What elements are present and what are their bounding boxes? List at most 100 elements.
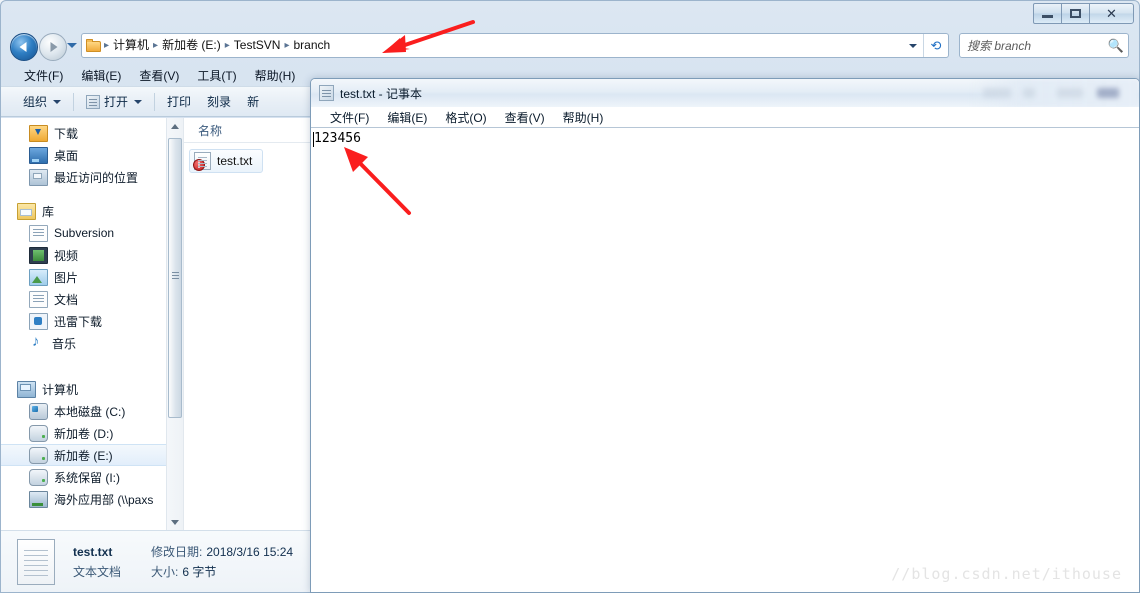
refresh-button[interactable]: ⟲ — [923, 34, 948, 57]
notepad-menu-format[interactable]: 格式(O) — [436, 108, 495, 127]
close-icon[interactable] — [1097, 88, 1119, 98]
forward-button[interactable] — [39, 33, 67, 61]
desktop-icon — [29, 146, 48, 164]
search-box[interactable]: 搜索 branch 🔍 — [959, 33, 1129, 58]
menu-edit[interactable]: 编辑(E) — [72, 65, 130, 86]
text-cursor — [313, 132, 314, 147]
explorer-titlebar[interactable]: ✕ — [1, 1, 1139, 28]
sidebar-item-label: 海外应用部 (\\paxs — [54, 492, 154, 507]
sidebar-item-local-disk-c[interactable]: 本地磁盘 (C:) — [1, 400, 183, 422]
minimize-button[interactable] — [1033, 3, 1062, 24]
new-folder-button[interactable]: 新 — [239, 90, 267, 113]
breadcrumb-separator[interactable]: ▸ — [283, 34, 290, 57]
print-button[interactable]: 打印 — [159, 90, 199, 113]
recent-places-icon — [29, 168, 48, 186]
maximize-button[interactable] — [1061, 3, 1090, 24]
sidebar-item-drive-i[interactable]: 系统保留 (I:) — [1, 466, 183, 488]
scroll-down-button[interactable] — [167, 514, 183, 530]
sidebar-item-recent-places[interactable]: 最近访问的位置 — [1, 166, 183, 188]
sidebar-item-label: 图片 — [54, 270, 79, 285]
organize-button[interactable]: 组织 — [15, 90, 69, 113]
menu-help[interactable]: 帮助(H) — [246, 65, 305, 86]
sidebar-item-pictures[interactable]: 图片 — [1, 266, 183, 288]
navigation-tree: 下载 桌面 最近访问的位置 库 Subversion 视频 图片 文档 迅雷下载… — [1, 118, 183, 510]
breadcrumb-separator[interactable]: ▸ — [103, 34, 110, 57]
sidebar-item-documents[interactable]: 文档 — [1, 288, 183, 310]
menu-view[interactable]: 查看(V) — [130, 65, 188, 86]
notepad-menu-file[interactable]: 文件(F) — [321, 108, 378, 127]
drive-icon — [29, 424, 48, 442]
chevron-down-icon — [171, 519, 179, 525]
library-icon — [17, 202, 36, 220]
text-file-large-icon — [17, 538, 55, 585]
picture-icon — [29, 268, 48, 286]
drive-icon — [29, 468, 48, 486]
notepad-menu-edit[interactable]: 编辑(E) — [378, 108, 436, 127]
scroll-up-button[interactable] — [167, 118, 183, 134]
minimize-icon[interactable] — [983, 88, 1011, 98]
breadcrumb-item-computer[interactable]: 计算机 — [110, 34, 152, 57]
maximize-icon — [1070, 9, 1081, 18]
scrollbar-grip-icon — [172, 275, 179, 276]
maximize-icon[interactable] — [1023, 88, 1035, 98]
back-button[interactable] — [10, 33, 38, 61]
menu-tools[interactable]: 工具(T) — [188, 65, 245, 86]
system-drive-icon — [29, 402, 48, 420]
sidebar-item-downloads[interactable]: 下载 — [1, 122, 183, 144]
notepad-menubar: 文件(F) 编辑(E) 格式(O) 查看(V) 帮助(H) — [311, 107, 1139, 128]
chevron-down-icon — [53, 99, 62, 104]
menu-file[interactable]: 文件(F) — [15, 65, 72, 86]
details-file-type: 文本文档 — [73, 564, 122, 579]
sidebar-item-drive-d[interactable]: 新加卷 (D:) — [1, 422, 183, 444]
thunder-download-icon — [29, 312, 48, 330]
scrollbar-thumb[interactable] — [168, 138, 182, 418]
toolbar-separator — [154, 92, 156, 111]
restore-icon[interactable] — [1057, 88, 1083, 98]
breadcrumb-item-branch[interactable]: branch — [291, 34, 334, 57]
sidebar-item-thunder-download[interactable]: 迅雷下载 — [1, 310, 183, 332]
address-bar[interactable]: ▸ 计算机 ▸ 新加卷 (E:) ▸ TestSVN ▸ branch ⟲ — [81, 33, 949, 58]
open-button[interactable]: 打开 — [78, 90, 150, 113]
breadcrumb-item-testsvn[interactable]: TestSVN — [231, 34, 284, 57]
close-button[interactable]: ✕ — [1089, 3, 1134, 24]
address-history-dropdown[interactable] — [903, 34, 923, 57]
sidebar-item-network-drive[interactable]: 海外应用部 (\\paxs — [1, 488, 183, 510]
notepad-menu-view[interactable]: 查看(V) — [496, 108, 554, 127]
search-input[interactable]: 搜索 branch — [960, 37, 1104, 54]
notepad-menu-help[interactable]: 帮助(H) — [554, 108, 613, 127]
notepad-window: test.txt - 记事本 文件(F) 编辑(E) 格式(O) 查看(V) 帮… — [310, 78, 1140, 593]
sidebar-item-desktop[interactable]: 桌面 — [1, 144, 183, 166]
breadcrumb-item-drive[interactable]: 新加卷 (E:) — [159, 34, 224, 57]
notepad-text-area[interactable]: 123456 — [312, 129, 1138, 591]
sidebar-item-label: 文档 — [54, 292, 79, 307]
breadcrumb-separator[interactable]: ▸ — [152, 34, 159, 57]
notepad-titlebar[interactable]: test.txt - 记事本 — [311, 79, 1139, 107]
burn-button[interactable]: 刻录 — [199, 90, 239, 113]
chevron-down-icon — [909, 43, 917, 48]
sidebar-item-drive-e[interactable]: 新加卷 (E:) — [1, 444, 183, 466]
back-arrow-icon — [19, 42, 27, 52]
sidebar-item-label: Subversion — [54, 226, 115, 240]
breadcrumb-separator[interactable]: ▸ — [224, 34, 231, 57]
organize-label: 组织 — [23, 95, 48, 109]
notepad-titlebar-obscured-region — [969, 79, 1139, 107]
sidebar-item-label: 最近访问的位置 — [54, 170, 139, 185]
sidebar-group-libraries[interactable]: 库 — [1, 200, 183, 222]
notepad-text-content: 123456 — [314, 131, 361, 146]
table-row[interactable]: ! test.txt — [189, 149, 264, 173]
file-name-label: test.txt — [217, 154, 253, 168]
sidebar-item-subversion[interactable]: Subversion — [1, 222, 183, 244]
chevron-up-icon — [171, 123, 179, 129]
sidebar-group-computer[interactable]: 计算机 — [1, 378, 183, 400]
navigation-pane-scrollbar[interactable] — [166, 118, 183, 530]
notepad-title: test.txt - 记事本 — [340, 86, 423, 101]
sidebar-item-music[interactable]: 音乐 — [1, 332, 183, 354]
sidebar-item-label: 本地磁盘 (C:) — [54, 404, 126, 419]
sidebar-item-videos[interactable]: 视频 — [1, 244, 183, 266]
details-size-value: 6 字节 — [182, 564, 217, 579]
recent-pages-dropdown-icon[interactable] — [67, 43, 77, 48]
folder-icon — [86, 39, 101, 52]
open-label: 打开 — [104, 95, 129, 109]
